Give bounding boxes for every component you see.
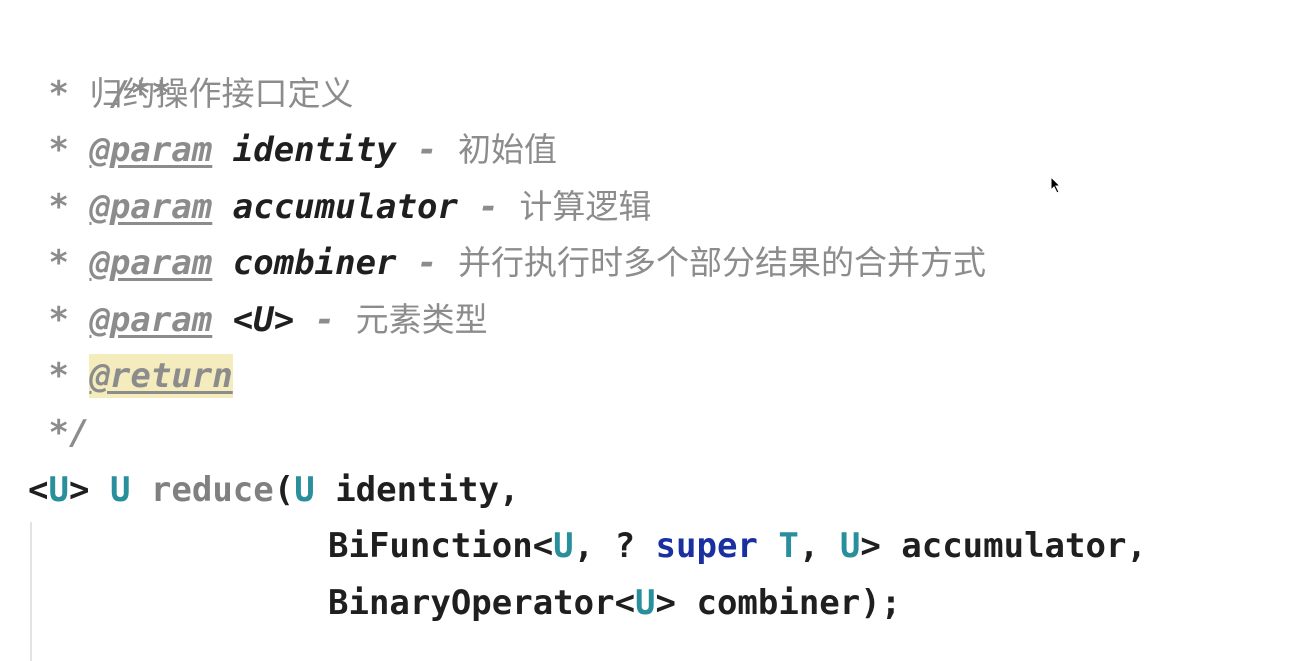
mouse-pointer-icon <box>1050 176 1062 194</box>
type-param-t: T <box>778 526 799 566</box>
return-line: * @return <box>28 348 233 404</box>
param-desc-accumulator: 计算逻辑 <box>519 187 652 226</box>
param-name-identity: identity <box>232 130 397 170</box>
comma: , <box>798 526 840 566</box>
signature-line-3: BinaryOperator<U> combiner); <box>328 575 901 631</box>
wildcard: , ? <box>573 526 656 566</box>
type-param-u: U <box>839 526 861 566</box>
param-tag[interactable]: @param <box>89 187 212 227</box>
param-line-type: * @param <U> - 元素类型 <box>28 292 488 348</box>
type-param-u: U <box>48 470 69 510</box>
bifunction-type: BiFunction< <box>328 526 554 566</box>
param-name-type: <U> <box>232 300 295 340</box>
param-desc-type: 元素类型 <box>355 300 488 339</box>
return-type: U <box>109 470 131 510</box>
comment-star: * <box>48 356 69 396</box>
param-dash: - <box>314 300 336 340</box>
paren-open: ( <box>273 470 295 510</box>
param-line-identity: * @param identity - 初始值 <box>28 122 557 178</box>
param-tag[interactable]: @param <box>89 243 212 283</box>
signature-line-2: BiFunction<U, ? super T, U> accumulator, <box>328 518 1147 574</box>
return-tag[interactable]: @return <box>89 354 233 398</box>
param-line-accumulator: * @param accumulator - 计算逻辑 <box>28 179 651 235</box>
param-dash: - <box>478 187 499 227</box>
code-editor[interactable]: /** * 归约操作接口定义 * @param identity - 初始值 *… <box>0 0 1294 661</box>
param-accumulator: > accumulator, <box>860 526 1147 566</box>
comment-summary: 归约操作接口定义 <box>89 74 354 113</box>
param-line-combiner: * @param combiner - 并行执行时多个部分结果的合并方式 <box>28 235 986 291</box>
param-name-accumulator: accumulator <box>232 187 458 227</box>
type-param-u: U <box>553 526 574 566</box>
param-tag[interactable]: @param <box>89 130 212 170</box>
comment-star: * <box>48 74 69 114</box>
comment-open: /** <box>28 10 171 114</box>
comment-star: * <box>48 130 69 170</box>
signature-line-1: <U> U reduce(U identity, <box>28 462 519 518</box>
comment-star: * <box>48 187 69 227</box>
param-dash: - <box>417 130 438 170</box>
param-name-combiner: combiner <box>232 243 397 283</box>
comment-close-text: */ <box>48 413 90 453</box>
param-tag[interactable]: @param <box>89 300 212 340</box>
param-identity: identity, <box>335 470 520 510</box>
binaryoperator-type: BinaryOperator< <box>328 583 636 623</box>
param-type-u: U <box>294 470 315 510</box>
type-param-u: U <box>635 583 656 623</box>
comment-star: * <box>48 300 69 340</box>
super-keyword: super <box>655 526 758 566</box>
param-desc-combiner: 并行执行时多个部分结果的合并方式 <box>457 243 986 282</box>
param-combiner: > combiner); <box>655 583 902 623</box>
param-dash: - <box>417 243 438 283</box>
indent-guide <box>30 522 32 661</box>
generic-open: < <box>28 470 49 510</box>
method-name: reduce <box>150 470 274 510</box>
comment-close: */ <box>28 405 89 461</box>
generic-close: > <box>68 470 90 510</box>
comment-star: * <box>48 243 69 283</box>
comment-summary-line: * 归约操作接口定义 <box>28 66 353 122</box>
param-desc-identity: 初始值 <box>457 130 557 169</box>
